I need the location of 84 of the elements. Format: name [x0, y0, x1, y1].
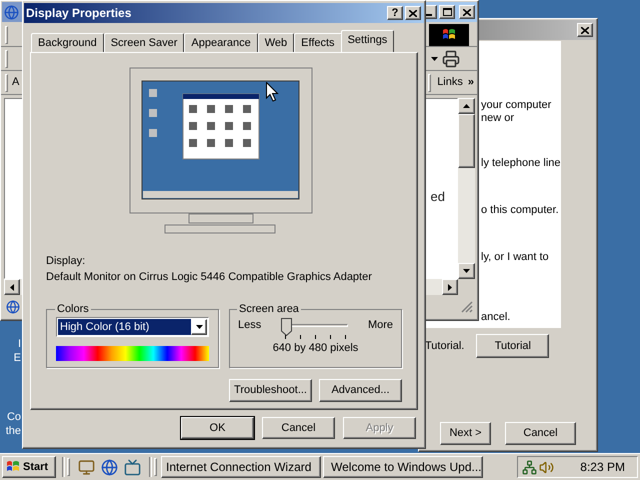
resize-grip-icon[interactable]: [461, 301, 473, 313]
vertical-scrollbar[interactable]: [458, 98, 475, 279]
tab[interactable]: Screen Saver: [104, 33, 184, 52]
globe-icon: [6, 300, 20, 314]
network-icon[interactable]: [522, 460, 537, 474]
close-icon: [409, 10, 417, 16]
links-toolbar-label[interactable]: Links: [437, 76, 463, 89]
toolbar-gripper[interactable]: [5, 74, 8, 92]
desktop-icon-label: Co: [6, 411, 21, 424]
scroll-down-button[interactable]: [458, 263, 475, 279]
desktop-icon-label: E: [14, 352, 21, 365]
group-label: Screen area: [238, 303, 300, 316]
page-text: ed: [430, 189, 445, 206]
minimize-icon: [426, 14, 432, 16]
scroll-left-button[interactable]: [4, 279, 20, 295]
taskbar-task-button[interactable]: Welcome to Windows Upd...: [323, 456, 483, 478]
desktop-icon-label: I: [18, 338, 21, 351]
wizard-text: ancel.: [481, 311, 512, 324]
close-icon: [581, 26, 589, 34]
toolbar-gripper[interactable]: [5, 50, 8, 68]
window-title: Display Properties: [26, 6, 132, 20]
dropdown-button[interactable]: [191, 319, 207, 335]
advanced-button[interactable]: Advanced...: [319, 379, 402, 402]
desktop-icon[interactable]: [78, 458, 95, 476]
ok-button[interactable]: OK: [181, 417, 254, 439]
links-chevron[interactable]: »: [468, 76, 474, 89]
tab[interactable]: Effects: [294, 33, 342, 52]
maximize-button[interactable]: [439, 5, 455, 19]
globe-icon[interactable]: [101, 458, 118, 476]
tab[interactable]: Settings: [340, 30, 394, 52]
display-adapter-text: Default Monitor on Cirrus Logic 5446 Compatible Graphics Adapter: [46, 271, 373, 284]
tab[interactable]: Web: [258, 33, 294, 52]
close-button[interactable]: [459, 5, 475, 19]
troubleshoot-button[interactable]: Troubleshoot...: [229, 379, 312, 402]
desktop-icon-label: the: [6, 425, 21, 438]
down-arrow-icon: [463, 269, 470, 273]
next-button[interactable]: Next >: [440, 422, 491, 445]
toolbar-gripper[interactable]: [5, 26, 8, 44]
left-arrow-icon: [10, 284, 14, 290]
display-label: Display:: [46, 255, 86, 268]
help-button[interactable]: ?: [387, 6, 403, 20]
address-label: A: [12, 76, 20, 89]
tutorial-button[interactable]: Tutorial: [476, 334, 550, 358]
less-label: Less: [238, 319, 262, 332]
start-button[interactable]: Start: [2, 456, 56, 478]
scroll-up-button[interactable]: [458, 98, 475, 114]
right-arrow-icon: [448, 284, 452, 290]
globe-icon: [4, 4, 19, 20]
printer-icon[interactable]: [442, 50, 460, 68]
cursor-icon: [266, 82, 279, 102]
maximize-icon: [442, 8, 452, 16]
close-button[interactable]: [405, 6, 421, 20]
cancel-button[interactable]: Cancel: [505, 422, 576, 445]
toolbar-gripper[interactable]: [428, 74, 432, 92]
tutorial-text: Tutorial.: [425, 340, 464, 352]
taskbar-task-button[interactable]: Internet Connection Wizard: [161, 456, 321, 478]
more-label: More: [368, 319, 393, 332]
selected-value: High Color (16 bit): [58, 319, 191, 335]
channels-icon[interactable]: [124, 458, 141, 476]
slider-thumb[interactable]: [281, 318, 292, 336]
close-icon: [463, 8, 471, 16]
scroll-thumb[interactable]: [458, 114, 475, 168]
clock: 8:23 PM: [580, 460, 625, 474]
slider-track[interactable]: [281, 318, 348, 338]
tab[interactable]: Appearance: [184, 33, 258, 52]
speaker-icon[interactable]: [539, 460, 554, 474]
wizard-text: new or: [481, 112, 516, 125]
wizard-text: ly, or I want to: [481, 251, 550, 264]
close-button[interactable]: [577, 23, 593, 37]
wizard-text: ly telephone line: [481, 157, 561, 170]
colors-dropdown[interactable]: High Color (16 bit): [56, 317, 209, 337]
caret-icon[interactable]: [431, 56, 438, 60]
up-arrow-icon: [463, 104, 470, 108]
resolution-text: 640 by 480 pixels: [272, 342, 358, 355]
group-label: Colors: [56, 303, 90, 316]
caret-icon: [196, 325, 202, 329]
tab[interactable]: Background: [31, 33, 104, 52]
cancel-button[interactable]: Cancel: [262, 417, 335, 439]
wizard-text: your computer: [481, 99, 552, 112]
windows-flag-icon: [441, 28, 457, 42]
slider-ticks: [285, 335, 348, 340]
scroll-right-button[interactable]: [442, 279, 458, 295]
wizard-text: o this computer.: [481, 204, 560, 217]
windows-flag-icon: [5, 460, 21, 474]
